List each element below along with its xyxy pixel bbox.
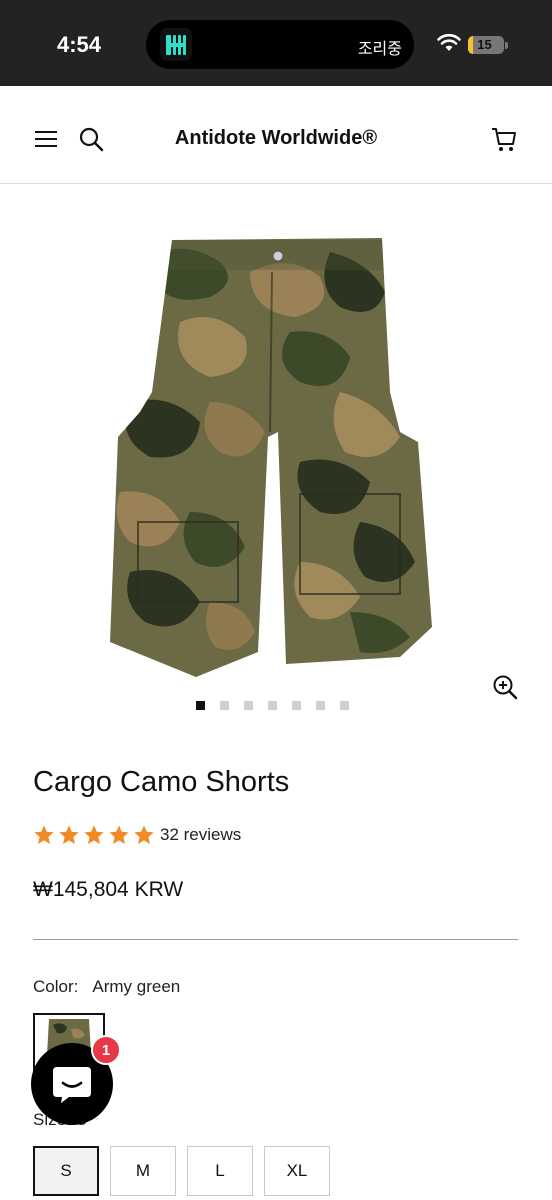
gallery-dot[interactable] — [196, 701, 205, 710]
cart-icon[interactable] — [490, 125, 518, 153]
app-logo-icon — [160, 28, 192, 61]
divider — [33, 939, 518, 940]
star-icon — [59, 825, 79, 844]
product-price: ₩145,804 KRW — [33, 878, 184, 901]
rating-stars — [33, 824, 155, 846]
star-icon — [34, 825, 54, 844]
gallery-dot[interactable] — [220, 701, 229, 710]
spacer — [0, 86, 552, 96]
color-selector-label: Color: Army green — [33, 977, 180, 997]
zoom-in-icon[interactable] — [492, 674, 518, 700]
battery-level: 15 — [477, 37, 492, 52]
color-label: Color: — [33, 977, 79, 996]
battery-icon: 15 — [468, 36, 504, 54]
gallery-dot[interactable] — [340, 701, 349, 710]
site-header: Antidote Worldwide® — [0, 96, 552, 184]
star-icon — [134, 825, 154, 844]
review-count[interactable]: 32 reviews — [160, 825, 241, 845]
size-option-m[interactable]: M — [110, 1146, 176, 1196]
battery-cap — [505, 42, 508, 49]
island-status-text: 조리중 — [357, 39, 402, 58]
size-option-xl[interactable]: XL — [264, 1146, 330, 1196]
gallery-pagination — [196, 701, 349, 710]
product-rating[interactable]: 32 reviews — [33, 824, 241, 846]
color-value: Army green — [92, 977, 181, 996]
product-title: Cargo Camo Shorts — [33, 766, 290, 798]
wifi-icon — [437, 34, 461, 51]
product-image[interactable] — [100, 232, 440, 722]
chat-notification-badge: 1 — [91, 1035, 121, 1065]
gallery-dot[interactable] — [292, 701, 301, 710]
star-icon — [84, 825, 104, 844]
brand-logo[interactable]: Antidote Worldwide® — [0, 127, 552, 150]
gallery-dot[interactable] — [244, 701, 253, 710]
size-option-s[interactable]: S — [33, 1146, 99, 1196]
status-time: 4:54 — [57, 32, 102, 57]
gallery-dot[interactable] — [268, 701, 277, 710]
gallery-dot[interactable] — [316, 701, 325, 710]
chat-icon — [53, 1067, 91, 1103]
star-icon — [109, 825, 129, 844]
size-option-l[interactable]: L — [187, 1146, 253, 1196]
status-bar: 4:54 조리중 15 — [0, 0, 552, 86]
dynamic-island[interactable]: 조리중 — [146, 20, 414, 69]
